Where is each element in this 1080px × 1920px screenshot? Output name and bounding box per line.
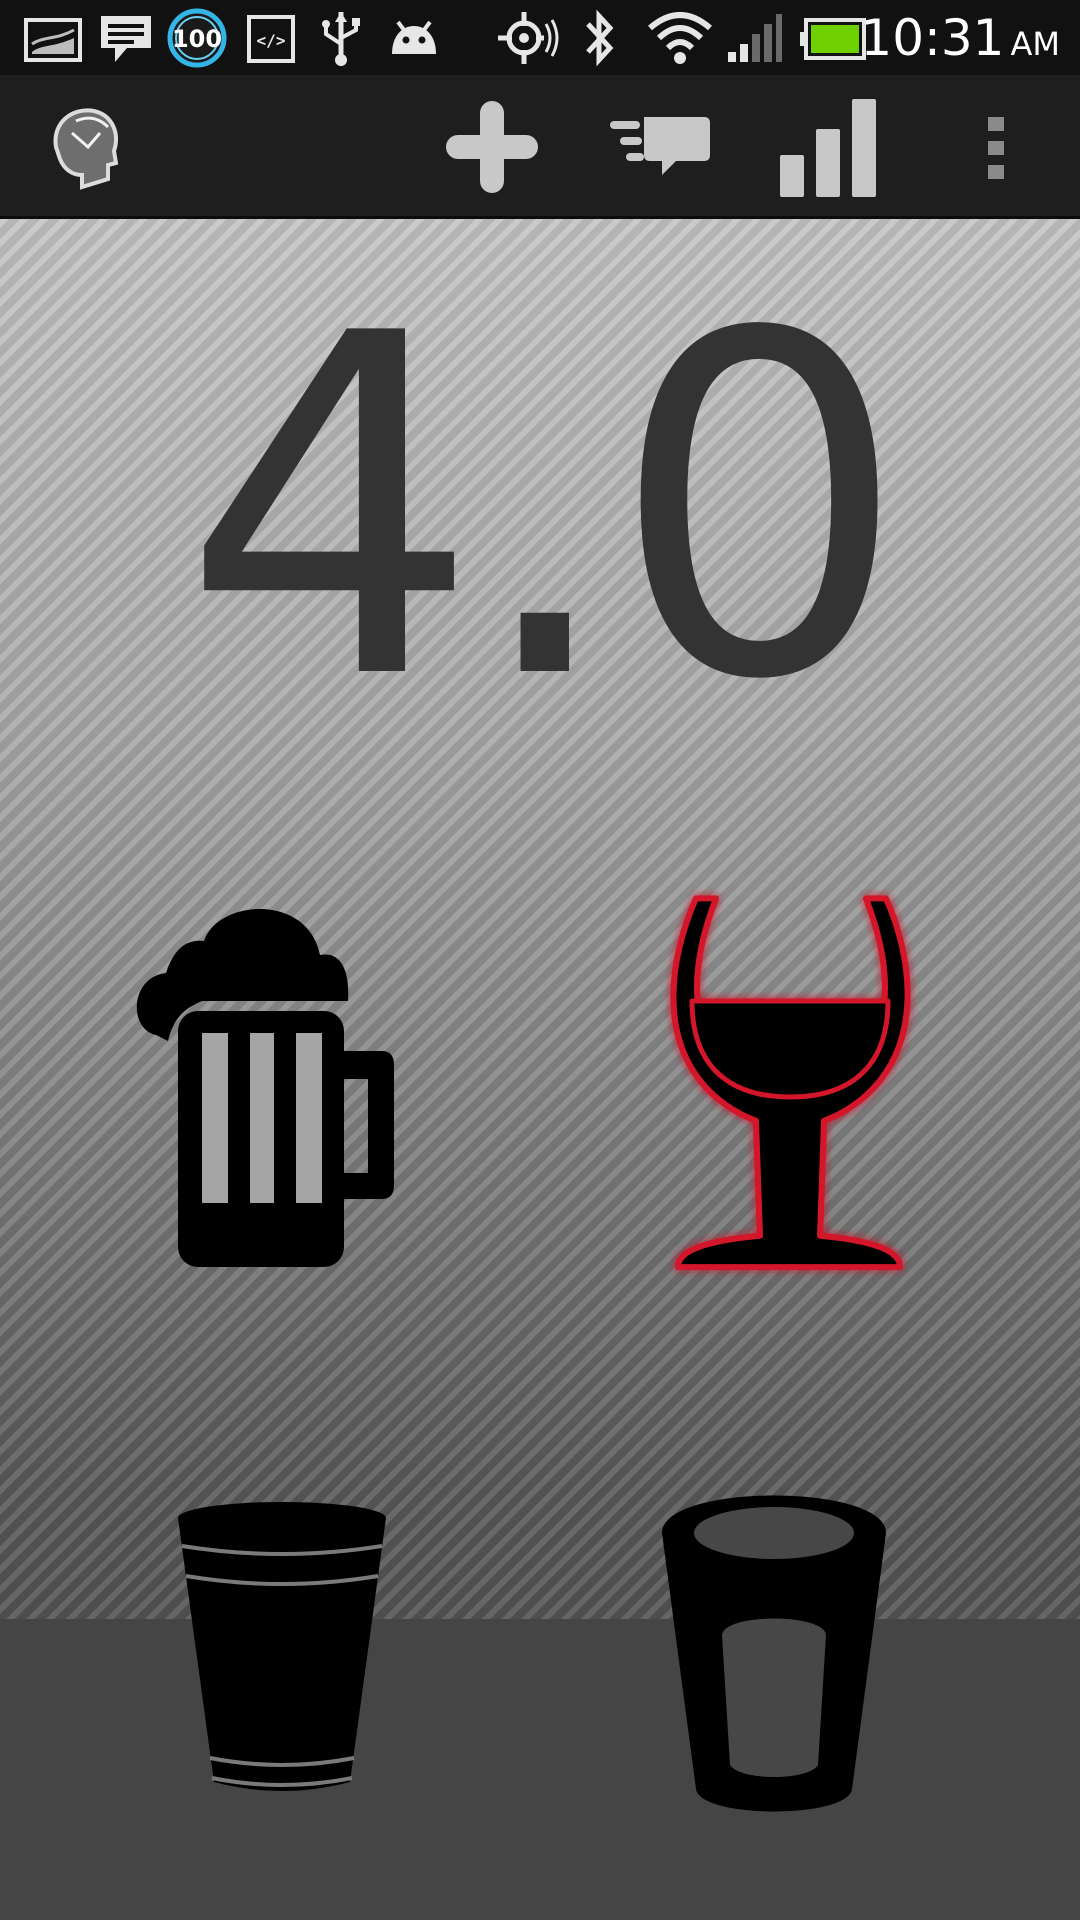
notification-badge-text: 100 [172, 25, 222, 53]
code-icon: </> [247, 15, 295, 63]
clock: 10:31 AM [860, 8, 1060, 68]
beer-mug-icon[interactable] [128, 889, 408, 1279]
usb-icon [322, 12, 360, 66]
feedback-icon[interactable] [610, 115, 710, 181]
wine-glass-icon[interactable] [648, 879, 932, 1279]
drink-count-value: 4.0 [181, 235, 908, 782]
clock-time: 10:31 [860, 9, 1005, 67]
gallery-icon [24, 18, 82, 62]
head-profile-icon[interactable] [42, 103, 126, 191]
beer-mug-slot [250, 1033, 274, 1203]
android-icon [392, 20, 436, 54]
beer-mug-slot [202, 1033, 228, 1203]
cup-icon[interactable] [174, 1496, 390, 1806]
glass-icon[interactable] [658, 1489, 890, 1819]
status-bar: 100 </> 10:31 AM [0, 0, 1080, 75]
svg-text:</>: </> [257, 31, 286, 50]
battery-icon [800, 18, 866, 60]
cell-signal-icon [728, 14, 782, 62]
action-bar [0, 75, 1080, 219]
add-icon[interactable] [442, 97, 542, 197]
overflow-menu-icon[interactable] [978, 115, 1014, 181]
main-panel: 4.0 [0, 219, 1080, 1920]
gps-icon [498, 12, 559, 64]
bluetooth-icon [586, 9, 614, 67]
message-icon [101, 16, 151, 62]
notification-badge-icon: 100 [167, 8, 227, 68]
beer-mug-slot [296, 1033, 322, 1203]
clock-ampm: AM [1010, 25, 1061, 63]
stats-icon[interactable] [778, 97, 876, 197]
wifi-icon [648, 12, 712, 64]
